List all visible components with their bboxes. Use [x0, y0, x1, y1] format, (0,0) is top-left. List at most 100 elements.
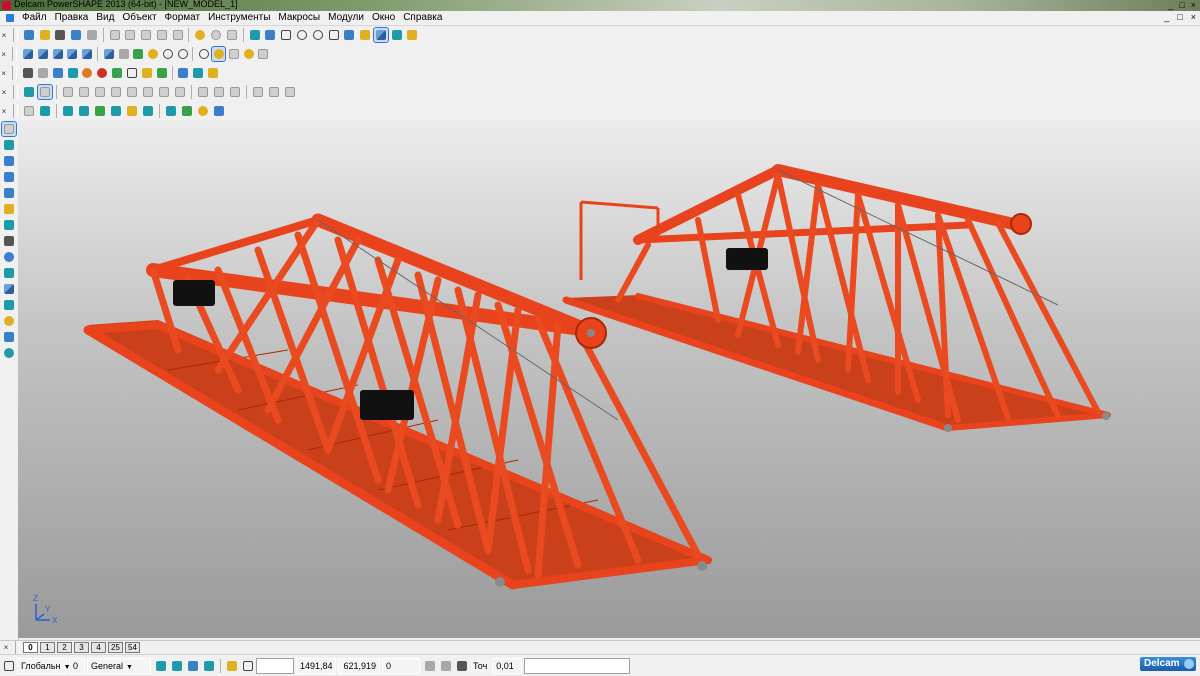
- solid-11-button[interactable]: [228, 85, 242, 99]
- solid-7-button[interactable]: [157, 85, 171, 99]
- solid-6-button[interactable]: [141, 85, 155, 99]
- tolerance-value[interactable]: 0,01: [492, 657, 523, 674]
- box-button[interactable]: [125, 66, 138, 80]
- left-tool-2-button[interactable]: [2, 138, 16, 152]
- solid-13-button[interactable]: [267, 85, 281, 99]
- toolbar-close-icon[interactable]: ×: [0, 69, 7, 78]
- pan-button[interactable]: [176, 47, 189, 61]
- layer-button[interactable]: [186, 659, 200, 673]
- surf-2-button[interactable]: [38, 104, 52, 118]
- rotate-button[interactable]: [197, 47, 210, 61]
- new-button[interactable]: [22, 28, 36, 42]
- snap-button[interactable]: [225, 659, 239, 673]
- workplane-select[interactable]: Глобальн ▼: [17, 657, 71, 674]
- fit-button[interactable]: [146, 47, 159, 61]
- left-tool-10-button[interactable]: [2, 266, 16, 280]
- sphere-button[interactable]: [80, 66, 93, 80]
- toolbar-grip[interactable]: [13, 85, 18, 99]
- solid-2-button[interactable]: [77, 85, 91, 99]
- lock-button[interactable]: [202, 659, 216, 673]
- view-tab-3[interactable]: 3: [74, 642, 89, 653]
- dimension-button[interactable]: [225, 28, 239, 42]
- left-tool-14-button[interactable]: [2, 330, 16, 344]
- calculator-button[interactable]: [423, 659, 437, 673]
- hand-button[interactable]: [256, 47, 269, 61]
- toolbar-close-icon[interactable]: ×: [0, 88, 8, 97]
- mdi-minimize-button[interactable]: _: [1164, 12, 1169, 22]
- tools-button[interactable]: [206, 66, 219, 80]
- redo-button[interactable]: [209, 28, 223, 42]
- triangle-button[interactable]: [110, 66, 123, 80]
- surf-12-button[interactable]: [212, 104, 226, 118]
- truss-right[interactable]: [562, 164, 1111, 432]
- toolbar-grip[interactable]: [12, 28, 18, 42]
- wireframe-button[interactable]: [227, 47, 240, 61]
- left-tool-13-button[interactable]: [2, 314, 16, 328]
- menu-view[interactable]: Вид: [92, 11, 118, 25]
- toolbar-close-icon[interactable]: ×: [0, 31, 8, 40]
- workplane-button[interactable]: [263, 28, 277, 42]
- paste-button[interactable]: [139, 28, 153, 42]
- graphics-viewport[interactable]: X Y Z: [18, 120, 1200, 638]
- view-tab-4[interactable]: 4: [91, 642, 106, 653]
- view-tab-2[interactable]: 2: [57, 642, 72, 653]
- grid-button[interactable]: [241, 659, 255, 673]
- level-select[interactable]: General ▼: [87, 657, 151, 674]
- solid-9-button[interactable]: [196, 85, 210, 99]
- print-button[interactable]: [85, 28, 99, 42]
- surface-button[interactable]: [140, 66, 153, 80]
- surf-10-button[interactable]: [180, 104, 194, 118]
- toolbar-grip[interactable]: [12, 47, 18, 61]
- zoom-button[interactable]: [161, 47, 174, 61]
- ball-button[interactable]: [95, 66, 108, 80]
- select-by-type-button[interactable]: [248, 28, 262, 42]
- solid-14-button[interactable]: [283, 85, 297, 99]
- quick-select-button[interactable]: [170, 659, 184, 673]
- surf-11-button[interactable]: [196, 104, 210, 118]
- surf-8-button[interactable]: [141, 104, 155, 118]
- arc-button[interactable]: [295, 28, 309, 42]
- window-select-button[interactable]: [37, 84, 53, 100]
- view-tab-0[interactable]: 0: [23, 642, 38, 653]
- solid-8-button[interactable]: [173, 85, 187, 99]
- left-tool-4-button[interactable]: [2, 170, 16, 184]
- record-button[interactable]: [191, 66, 204, 80]
- selection-filter-button[interactable]: [154, 659, 168, 673]
- left-tool-8-button[interactable]: [2, 234, 16, 248]
- view-top-button[interactable]: [36, 47, 49, 61]
- surf-4-button[interactable]: [77, 104, 91, 118]
- mdi-close-button[interactable]: ×: [1191, 12, 1196, 22]
- surf-6-button[interactable]: [109, 104, 123, 118]
- surf-3-button[interactable]: [61, 104, 75, 118]
- menu-tools[interactable]: Инструменты: [204, 11, 274, 25]
- edit-button[interactable]: [358, 28, 372, 42]
- solid-5-button[interactable]: [125, 85, 139, 99]
- circle-button[interactable]: [311, 28, 325, 42]
- view-tab-1[interactable]: 1: [40, 642, 55, 653]
- menu-macros[interactable]: Макросы: [274, 11, 324, 25]
- document-icon[interactable]: [6, 14, 14, 22]
- minimize-button[interactable]: _: [1168, 0, 1173, 10]
- tolerance-button[interactable]: [455, 659, 469, 673]
- solid-10-button[interactable]: [212, 85, 226, 99]
- undo-button[interactable]: [193, 28, 207, 42]
- solid-1-button[interactable]: [61, 85, 75, 99]
- solid-4-button[interactable]: [109, 85, 123, 99]
- left-tool-12-button[interactable]: [2, 298, 16, 312]
- table-button[interactable]: [439, 659, 453, 673]
- mdi-restore-button[interactable]: □: [1177, 12, 1182, 22]
- cut-button[interactable]: [108, 28, 122, 42]
- toolbar-close-icon[interactable]: ×: [0, 50, 7, 59]
- render-button[interactable]: [211, 46, 226, 62]
- left-tool-5-button[interactable]: [2, 186, 16, 200]
- solid-3-button[interactable]: [93, 85, 107, 99]
- cube-button[interactable]: [155, 66, 168, 80]
- measure-button[interactable]: [155, 28, 169, 42]
- calc-button[interactable]: [36, 66, 49, 80]
- view-right-button[interactable]: [131, 47, 144, 61]
- left-tool-15-button[interactable]: [2, 346, 16, 360]
- truss-left[interactable]: [83, 213, 712, 590]
- copy-button[interactable]: [123, 28, 137, 42]
- plane-button[interactable]: [66, 66, 79, 80]
- select-solid-button[interactable]: [22, 85, 36, 99]
